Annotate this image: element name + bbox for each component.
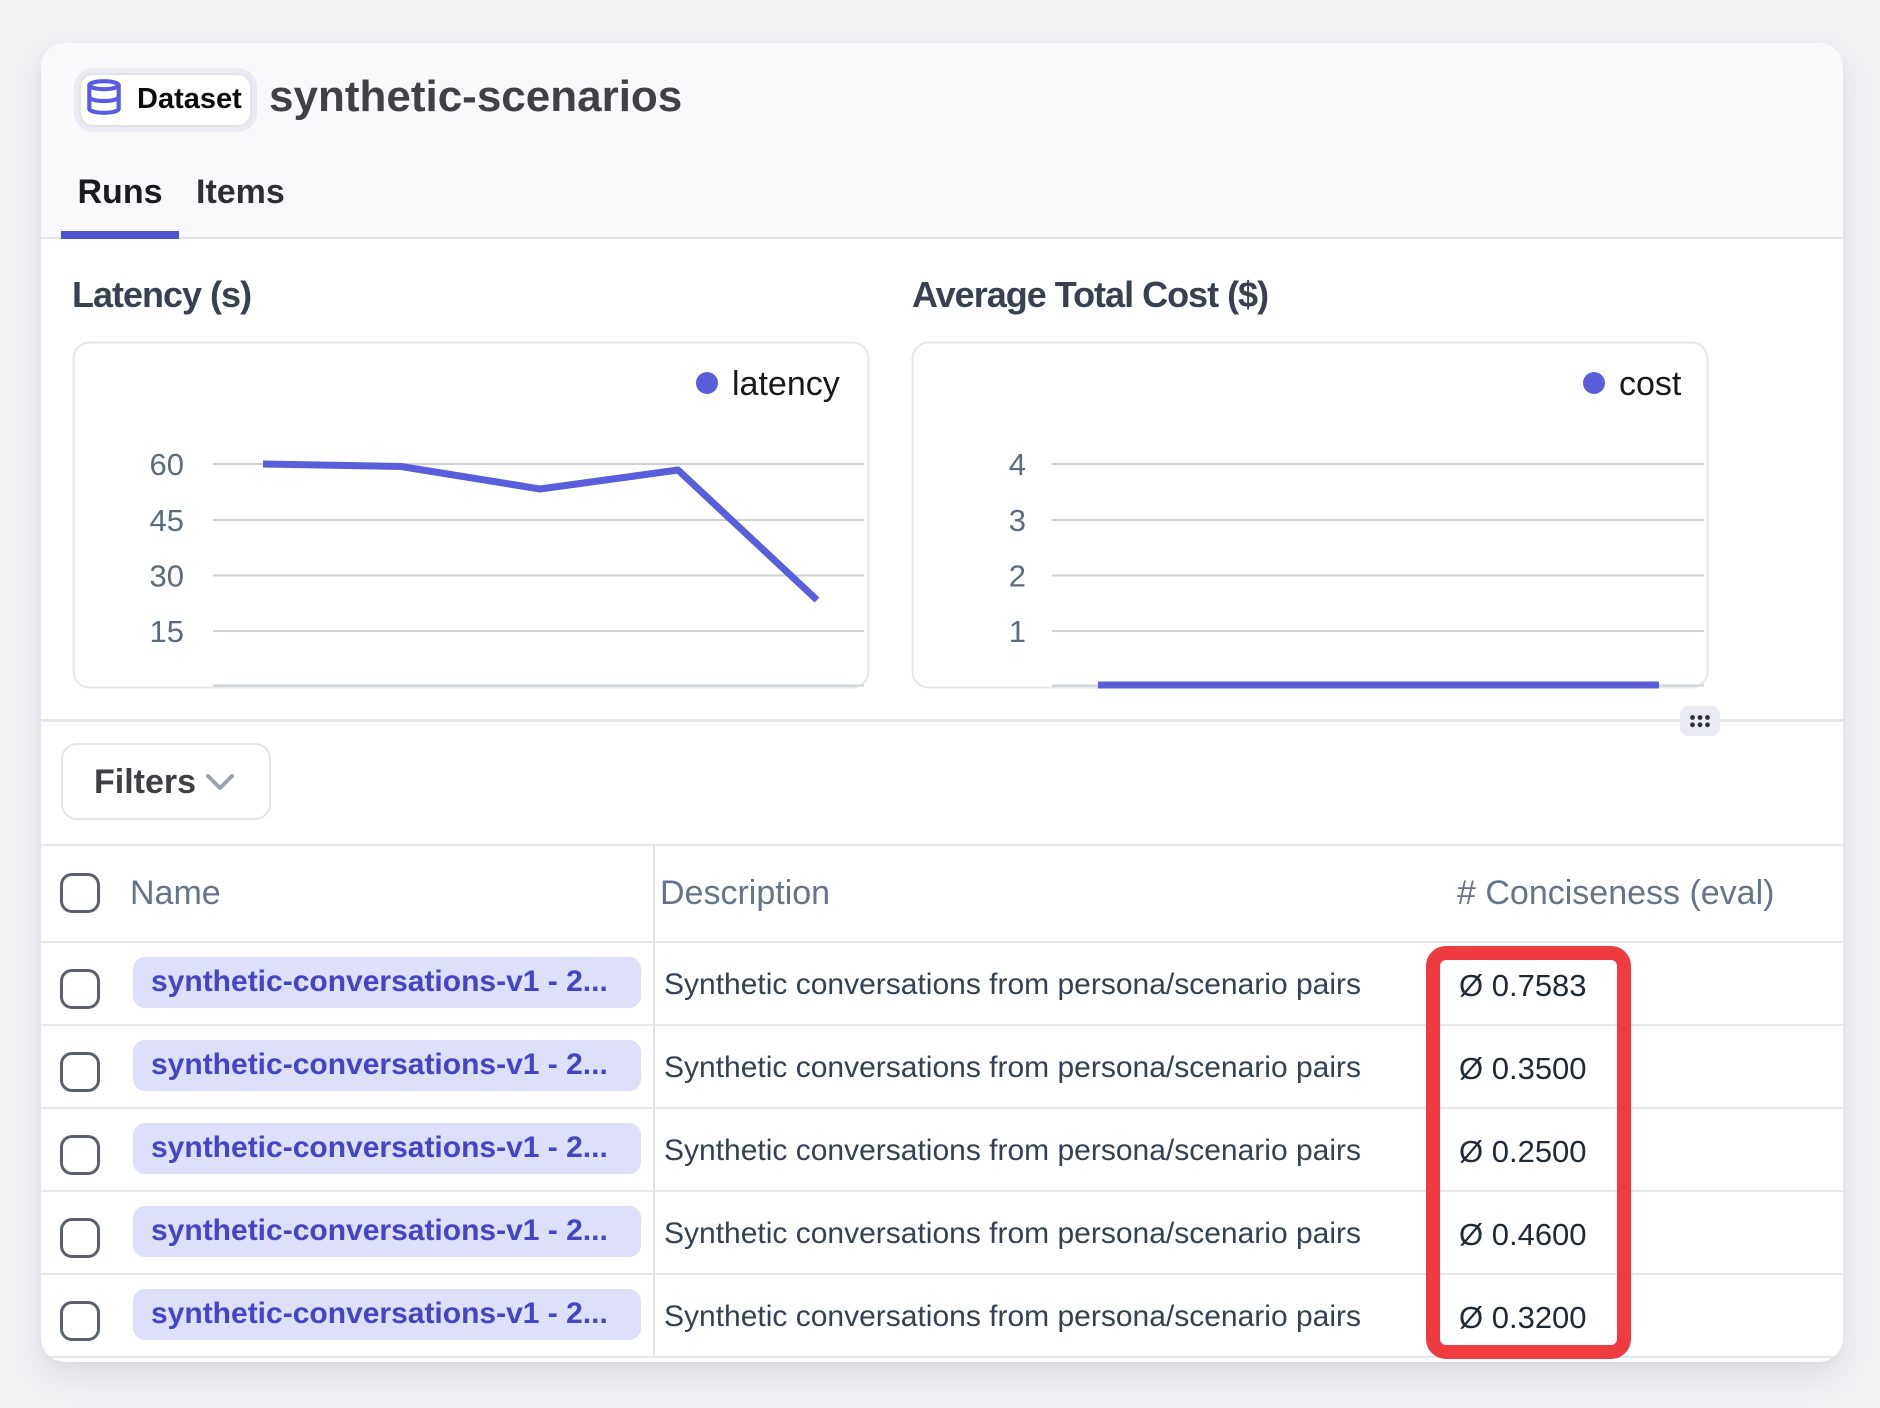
svg-text:latency: latency [732, 365, 840, 403]
svg-text:cost: cost [1619, 365, 1682, 403]
svg-text:4: 4 [1009, 447, 1026, 482]
svg-text:60: 60 [150, 447, 184, 482]
svg-text:1: 1 [1009, 614, 1026, 649]
svg-text:30: 30 [150, 559, 184, 594]
svg-text:2: 2 [1009, 559, 1026, 594]
svg-text:45: 45 [150, 503, 184, 538]
svg-text:15: 15 [150, 614, 184, 649]
svg-text:3: 3 [1009, 503, 1026, 538]
